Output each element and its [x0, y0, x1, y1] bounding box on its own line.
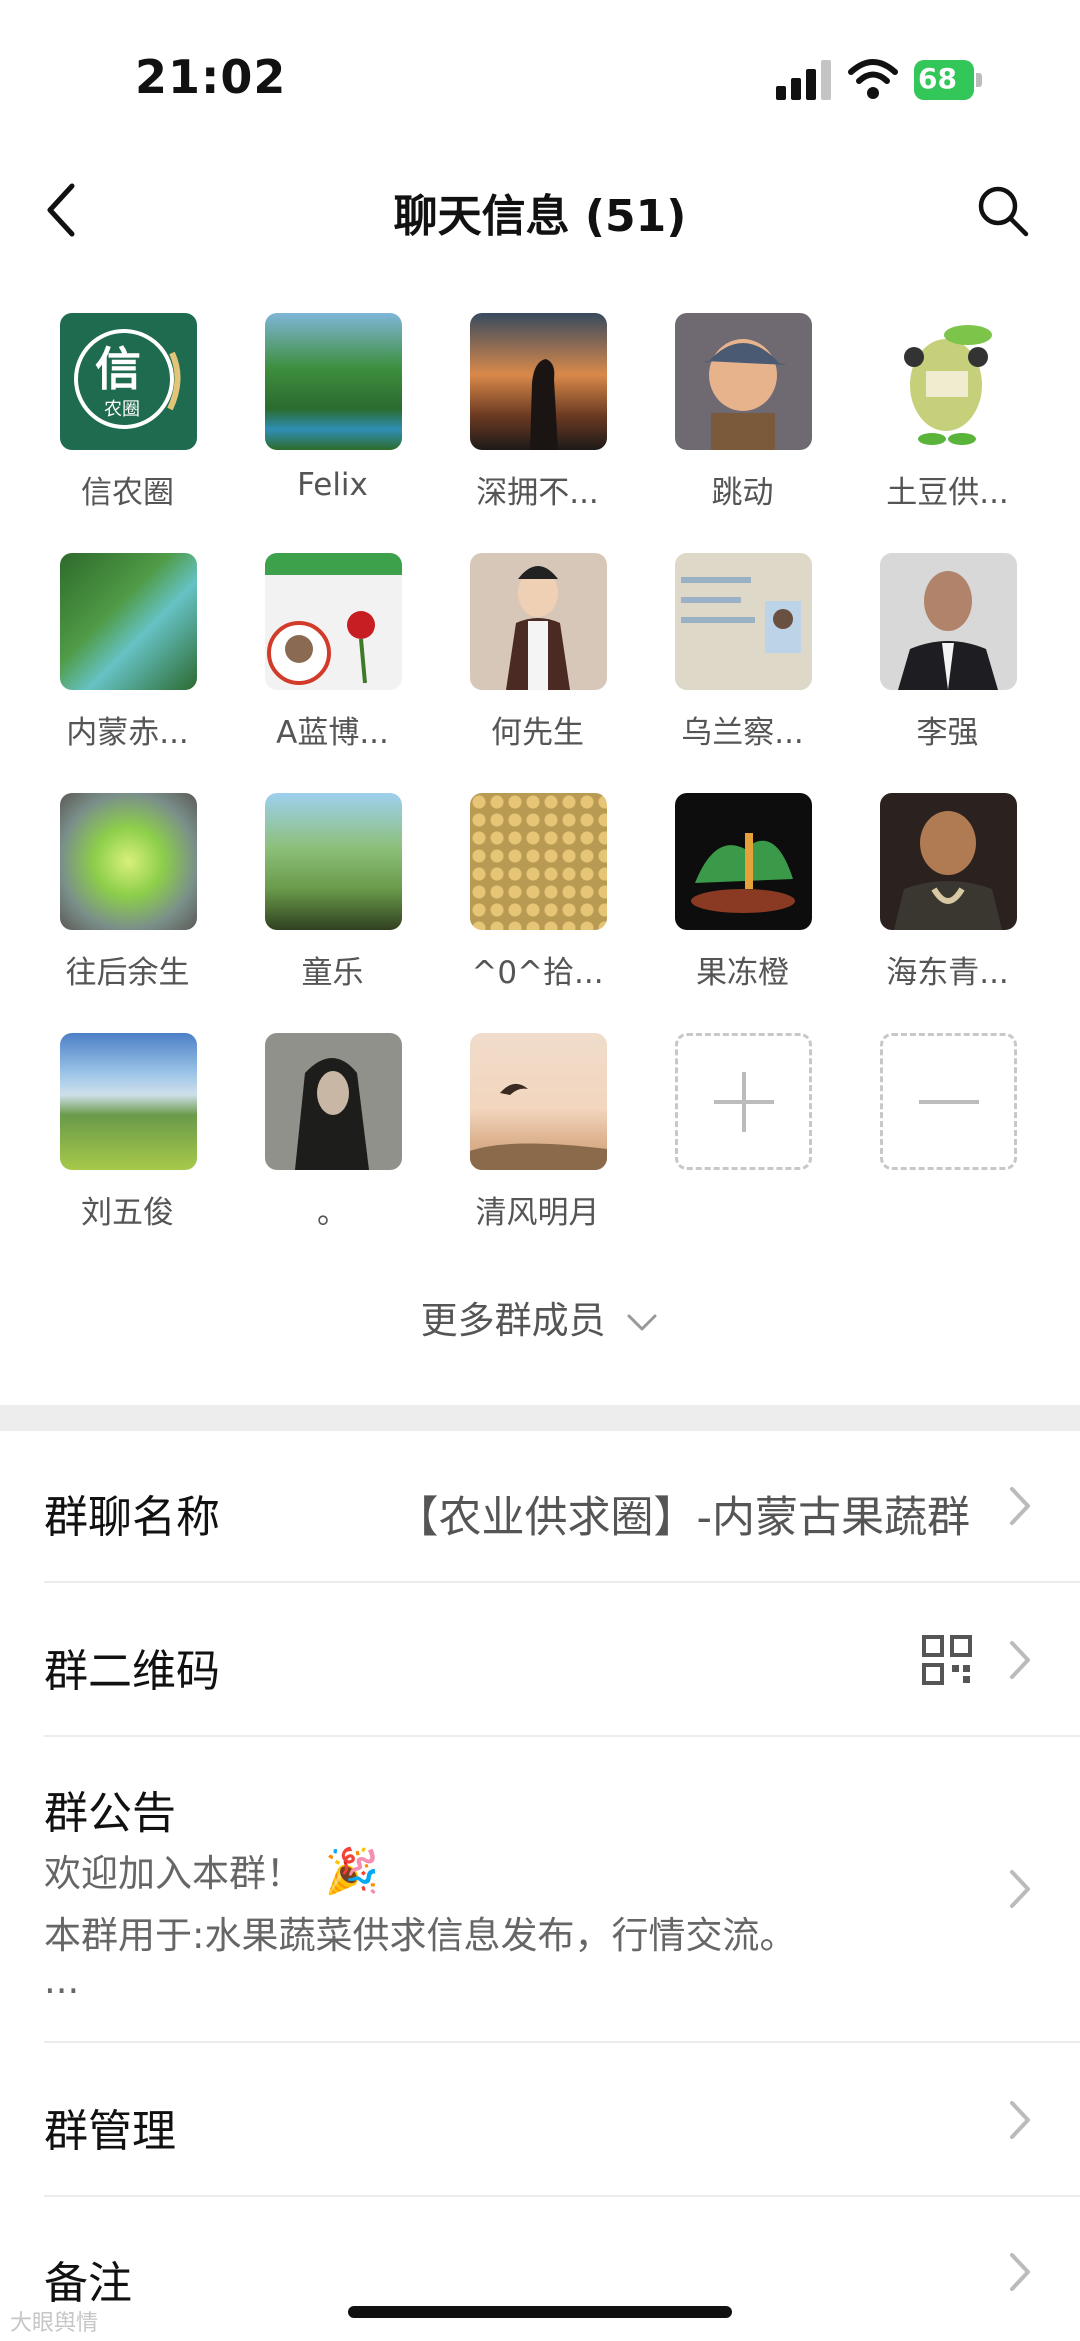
member-avatar[interactable]	[60, 553, 197, 690]
member-avatar[interactable]	[265, 313, 402, 450]
member-item[interactable]: 跳动	[640, 313, 845, 513]
member-item[interactable]: Felix	[230, 313, 435, 513]
member-item[interactable]: 童乐	[230, 793, 435, 993]
member-item[interactable]: 何先生	[435, 553, 640, 753]
member-item[interactable]: ^0^拾...	[435, 793, 640, 993]
member-item[interactable]: 往后余生	[25, 793, 230, 993]
svg-text:农圈: 农圈	[104, 399, 140, 420]
qr-code-label: 群二维码	[44, 1646, 220, 1697]
member-item[interactable]: 海东青...	[845, 793, 1050, 993]
member-item[interactable]: A蓝博...	[230, 553, 435, 753]
member-name: 土豆供...	[886, 475, 1009, 511]
member-avatar[interactable]	[265, 793, 402, 930]
member-avatar[interactable]	[470, 793, 607, 930]
member-avatar[interactable]	[60, 793, 197, 930]
remove-member-button[interactable]	[880, 1033, 1017, 1170]
nav-bar: 聊天信息 (51)	[0, 150, 1080, 270]
more-members-button[interactable]: 更多群成员	[0, 1290, 1080, 1344]
home-indicator[interactable]	[348, 2306, 732, 2318]
member-avatar[interactable]	[470, 313, 607, 450]
member-name: 刘五俊	[81, 1195, 174, 1231]
remove-member-item[interactable]	[845, 1033, 1050, 1233]
member-name: 果冻橙	[696, 955, 789, 991]
member-item[interactable]: 。	[230, 1033, 435, 1233]
member-name: 跳动	[711, 475, 774, 511]
qr-code-icon	[922, 1635, 972, 1685]
member-name: 李强	[916, 715, 979, 751]
member-avatar[interactable]	[880, 793, 1017, 930]
battery-percent: 68	[918, 62, 957, 95]
member-avatar[interactable]	[675, 793, 812, 930]
group-name-value: 【农业供求圈】-内蒙古果蔬群	[395, 1493, 970, 1543]
member-avatar[interactable]	[265, 1033, 402, 1170]
member-item[interactable]: 李强	[845, 553, 1050, 753]
member-item[interactable]: 深拥不...	[435, 313, 640, 513]
member-avatar[interactable]	[675, 313, 812, 450]
group-management-row[interactable]: 群管理	[0, 2043, 1080, 2195]
add-member-item[interactable]	[640, 1033, 845, 1233]
add-member-button[interactable]	[675, 1033, 812, 1170]
member-avatar[interactable]	[675, 553, 812, 690]
member-item[interactable]: 乌兰察...	[640, 553, 845, 753]
chevron-down-icon	[627, 1314, 657, 1330]
member-name: 深拥不...	[476, 475, 599, 511]
member-name: 内蒙赤...	[66, 715, 189, 751]
wifi-icon	[848, 59, 898, 99]
chevron-right-icon	[1010, 1870, 1030, 1908]
member-avatar[interactable]	[880, 553, 1017, 690]
member-avatar[interactable]	[470, 1033, 607, 1170]
member-name: 清风明月	[475, 1195, 600, 1231]
member-name: 童乐	[301, 955, 364, 991]
plus-icon	[714, 1072, 774, 1132]
status-time: 21:02	[135, 50, 287, 104]
remark-row[interactable]: 备注	[0, 2197, 1080, 2341]
watermark: 大眼舆情	[10, 2311, 99, 2336]
announcement-line-2: 本群用于:水果蔬菜供求信息发布，行情交流。	[44, 1914, 797, 1957]
member-item[interactable]: 内蒙赤...	[25, 553, 230, 753]
group-name-row[interactable]: 群聊名称 【农业供求圈】-内蒙古果蔬群	[0, 1431, 1080, 1581]
chevron-right-icon	[1010, 1487, 1030, 1525]
chevron-right-icon	[1010, 1641, 1030, 1679]
member-item[interactable]: 刘五俊	[25, 1033, 230, 1233]
chevron-right-icon	[1010, 2101, 1030, 2139]
member-item[interactable]: 清风明月	[435, 1033, 640, 1233]
minus-icon	[919, 1100, 979, 1104]
xinnongquan-logo: 信 农圈	[74, 329, 181, 429]
announcement-label: 群公告	[44, 1788, 176, 1839]
battery-icon: 68	[914, 60, 984, 100]
member-name: 信农圈	[81, 475, 174, 511]
search-icon[interactable]	[976, 184, 1030, 238]
member-name: Felix	[297, 467, 368, 503]
member-name: ^0^拾...	[471, 955, 604, 991]
member-avatar[interactable]	[60, 1033, 197, 1170]
party-popper-icon: 🎉	[324, 1846, 380, 1897]
section-gap	[0, 1405, 1080, 1431]
qr-code-row[interactable]: 群二维码	[0, 1583, 1080, 1735]
more-members-label: 更多群成员	[420, 1299, 606, 1342]
page-title: 聊天信息 (51)	[393, 191, 687, 242]
member-name: 往后余生	[65, 955, 190, 991]
member-item[interactable]: 果冻橙	[640, 793, 845, 993]
member-avatar[interactable]	[880, 313, 1017, 450]
group-name-label: 群聊名称	[44, 1492, 220, 1543]
remark-label: 备注	[44, 2258, 132, 2309]
announcement-line-3: ...	[44, 1959, 80, 2002]
member-avatar[interactable]: 信 农圈	[60, 313, 197, 450]
group-management-label: 群管理	[44, 2106, 176, 2157]
announcement-row[interactable]: 群公告 欢迎加入本群！ 🎉 本群用于:水果蔬菜供求信息发布，行情交流。 ...	[0, 1737, 1080, 2039]
announcement-line-1: 欢迎加入本群！ 🎉	[44, 1846, 380, 1897]
status-bar: 21:02 68	[0, 0, 1080, 150]
member-name: A蓝博...	[276, 715, 389, 751]
member-name: 何先生	[491, 715, 584, 751]
member-avatar[interactable]	[470, 553, 607, 690]
member-name: 乌兰察...	[681, 715, 804, 751]
member-item[interactable]: 信 农圈 信农圈	[25, 313, 230, 513]
member-item[interactable]: 土豆供...	[845, 313, 1050, 513]
svg-text:信: 信	[95, 342, 141, 396]
member-name: 。	[317, 1195, 348, 1231]
member-avatar[interactable]	[265, 553, 402, 690]
member-name: 海东青...	[886, 955, 1009, 991]
chevron-right-icon	[1010, 2253, 1030, 2291]
cellular-signal-icon	[776, 60, 831, 100]
